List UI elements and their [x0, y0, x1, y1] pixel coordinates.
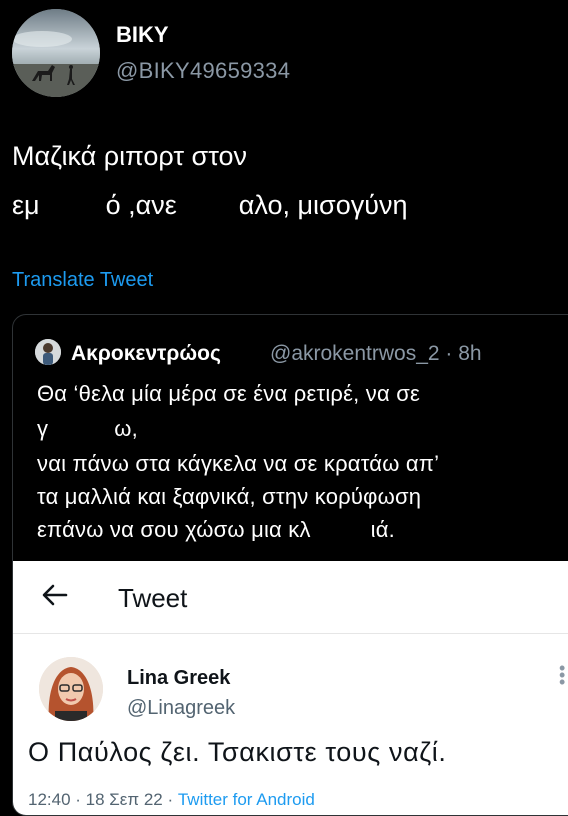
- quoted-text-line-2: γ ω,: [37, 416, 138, 443]
- arrow-left-icon: [42, 584, 68, 606]
- author-avatar[interactable]: [12, 9, 100, 97]
- author-handle[interactable]: @BIKY49659334: [116, 58, 290, 84]
- divider: [13, 633, 568, 634]
- woman-portrait-image: [39, 657, 103, 721]
- person-icon: [35, 339, 61, 365]
- tweet-meta: 12:40 · 18 Σεπ 22 · Twitter for Android: [28, 790, 315, 810]
- quoted-text-line-5: επάνω να σου χώσω μια κλ ιά.: [37, 517, 395, 544]
- quoted-author-name[interactable]: Ακροκεντρώος: [71, 342, 221, 366]
- screenshot-page-title: Tweet: [118, 583, 188, 613]
- quoted-author-avatar[interactable]: [35, 339, 61, 365]
- tweet-text-line-2: εμ ό ,ανε αλο, μισογύνη: [12, 190, 408, 221]
- redaction-mark: [39, 192, 106, 221]
- redaction-mark: [176, 192, 239, 221]
- quoted-text-fragment: ιά.: [370, 517, 395, 542]
- tweet-text-fragment: ό ,ανε: [105, 190, 177, 220]
- quoted-author-handle-time: @akrokentrwos_2 · 8h: [270, 342, 482, 365]
- tweet-text-fragment: αλο, μισογύνη: [238, 190, 408, 220]
- quoted-text-fragment: γ: [37, 416, 49, 441]
- tweet-text-fragment: εμ: [12, 190, 40, 220]
- redaction-mark: [48, 418, 115, 443]
- lina-avatar[interactable]: [39, 657, 103, 721]
- quoted-text-line-4: τα μαλλιά και ξαφνικά, στην κορύφωση: [37, 484, 422, 509]
- quoted-text-line-3: ναι πάνω στα κάγκελα να σε κρατάω απ’: [37, 451, 440, 476]
- avatar-beach-image: [12, 9, 100, 97]
- lina-author-handle[interactable]: @Linagreek: [127, 697, 235, 720]
- lina-tweet-text: Ο Παύλος ζει. Τσακιστε τους ναζί.: [28, 737, 447, 767]
- back-arrow-icon[interactable]: [41, 581, 69, 616]
- more-options-icon[interactable]: • • •: [559, 659, 565, 691]
- tweet-text-line-1: Μαζικά ριπορτ στον: [12, 141, 248, 171]
- lina-author-name[interactable]: Lina Greek: [127, 667, 230, 690]
- quoted-tweet-card[interactable]: Ακροκεντρώος @akrokentrwos_2 · 8h Θα ‘θε…: [12, 314, 568, 816]
- quoted-text-fragment: ω,: [114, 416, 138, 441]
- quoted-text-line-1: Θα ‘θελα μία μέρα σε ένα ρετιρέ, να σε: [37, 381, 420, 406]
- embedded-screenshot: Tweet Lina Greek @Linagreek • • • Ο Παύλος…: [13, 561, 568, 815]
- redaction-mark: [310, 519, 371, 544]
- author-name[interactable]: BIKY: [116, 22, 169, 48]
- quoted-text-fragment: επάνω να σου χώσω μια κλ: [37, 517, 311, 542]
- translate-tweet-link[interactable]: Translate Tweet: [12, 269, 153, 292]
